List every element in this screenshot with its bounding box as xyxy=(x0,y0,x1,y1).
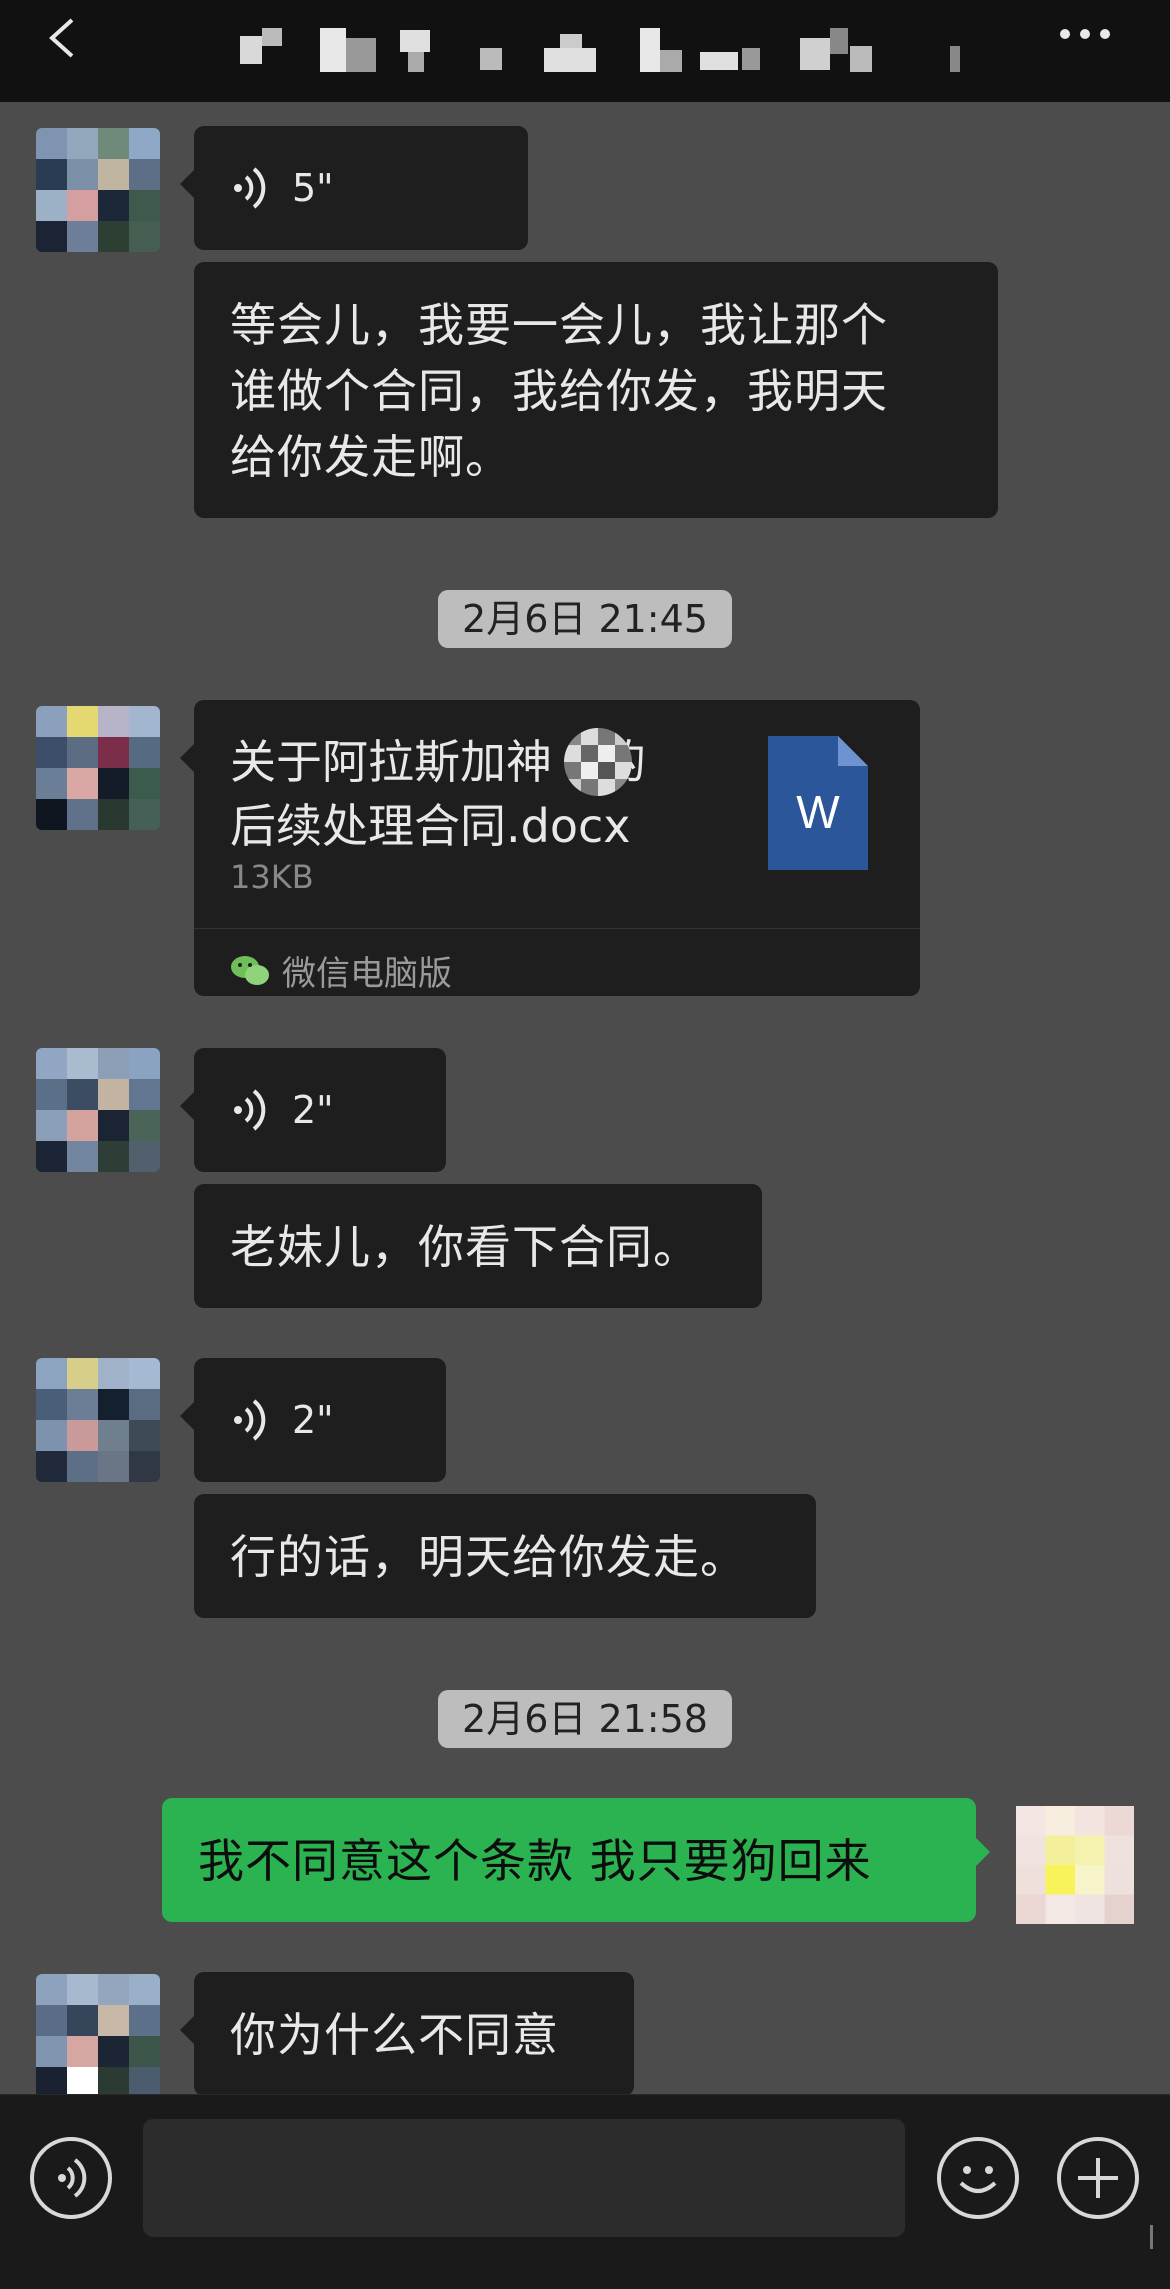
text-message[interactable]: 老妹儿，你看下合同。 xyxy=(194,1184,762,1308)
voice-duration: 2" xyxy=(292,1088,334,1132)
message-line: 行的话，明天给你发走。 xyxy=(230,1530,747,1584)
scroll-indicator xyxy=(1150,2225,1153,2249)
voice-mode-button[interactable] xyxy=(30,2137,112,2219)
chevron-left-icon[interactable] xyxy=(40,14,90,64)
my-avatar[interactable] xyxy=(1016,1798,1134,1932)
message-line: 我不同意这个条款 我只要狗回来 xyxy=(198,1834,872,1888)
voice-mode-icon xyxy=(58,2158,87,2198)
word-icon-letter: W xyxy=(796,786,840,838)
avatar[interactable] xyxy=(36,1048,160,1172)
input-toolbar xyxy=(0,2094,1170,2289)
voice-duration: 5" xyxy=(292,166,334,210)
file-name: 关于阿拉斯加神的 后续处理合同.docx xyxy=(230,735,646,853)
timestamp-divider: 2月6日 21:58 xyxy=(438,1690,732,1748)
avatar[interactable] xyxy=(36,1974,160,2094)
chat-message-list[interactable]: 5" 等会儿，我要一会儿，我让那个 谁做个合同，我给你发，我明天 给你发走啊。 … xyxy=(0,102,1170,2094)
voice-message[interactable]: 2" xyxy=(180,1358,446,1482)
file-size: 13KB xyxy=(230,858,314,896)
message-input[interactable] xyxy=(143,2119,905,2237)
word-document-icon: W xyxy=(768,736,868,870)
voice-message[interactable]: 5" xyxy=(180,126,528,250)
file-source: 微信电脑版 xyxy=(230,946,452,995)
voice-wave-icon xyxy=(234,1399,266,1441)
sent-text-message[interactable]: 我不同意这个条款 我只要狗回来 xyxy=(162,1798,990,1922)
message-line: 谁做个合同，我给你发，我明天 xyxy=(230,364,888,418)
message-line: 老妹儿，你看下合同。 xyxy=(230,1220,700,1274)
avatar[interactable] xyxy=(36,128,160,252)
message-line: 给你发走啊。 xyxy=(230,430,512,484)
emoji-icon xyxy=(959,2166,997,2193)
avatar[interactable] xyxy=(36,706,160,830)
chat-header xyxy=(0,0,1170,102)
plus-button[interactable] xyxy=(1057,2137,1139,2219)
censor-blur xyxy=(564,728,632,796)
message-line: 等会儿，我要一会儿，我让那个 xyxy=(230,298,888,352)
voice-message[interactable]: 2" xyxy=(180,1048,446,1172)
text-message[interactable]: 等会儿，我要一会儿，我让那个 谁做个合同，我给你发，我明天 给你发走啊。 xyxy=(194,262,998,518)
message-line: 你为什么不同意 xyxy=(230,2008,559,2062)
chat-title-obscured xyxy=(240,28,960,72)
avatar[interactable] xyxy=(36,1358,160,1482)
voice-duration: 2" xyxy=(292,1398,334,1442)
text-message[interactable]: 行的话，明天给你发走。 xyxy=(194,1494,816,1618)
divider xyxy=(194,928,920,929)
voice-wave-icon xyxy=(234,1089,266,1131)
text-message[interactable]: 你为什么不同意 xyxy=(180,1972,634,2094)
file-message[interactable]: 关于阿拉斯加神的 后续处理合同.docx 13KB W 微信电脑版 xyxy=(180,700,920,996)
file-source-label: 微信电脑版 xyxy=(282,954,452,994)
emoji-button[interactable] xyxy=(937,2137,1019,2219)
voice-wave-icon xyxy=(234,167,266,209)
ellipsis-icon[interactable] xyxy=(1055,14,1115,54)
timestamp-divider: 2月6日 21:45 xyxy=(438,590,732,648)
wechat-icon xyxy=(231,955,269,985)
plus-icon xyxy=(1078,2158,1118,2198)
